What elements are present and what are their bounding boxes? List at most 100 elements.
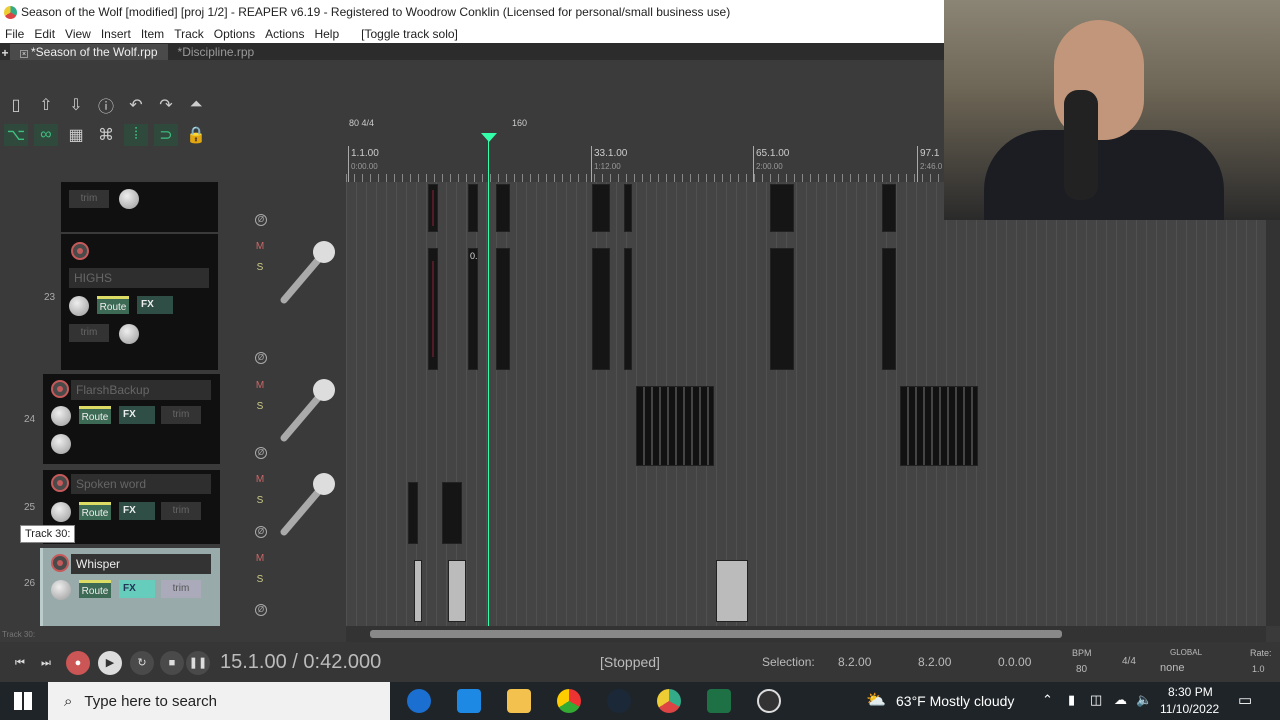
solo-button[interactable]: S bbox=[250, 572, 270, 588]
stop-icon[interactable]: ■ bbox=[160, 651, 184, 675]
media-item[interactable] bbox=[442, 482, 462, 544]
menu-view[interactable]: View bbox=[60, 27, 96, 41]
position-display[interactable]: 15.1.00 / 0:42.000 bbox=[220, 651, 381, 674]
media-item-group[interactable] bbox=[900, 386, 978, 466]
fx-button[interactable]: FX bbox=[119, 580, 155, 598]
taskbar-search-box[interactable]: ⌕ Type here to search bbox=[48, 682, 390, 720]
playhead-marker-icon[interactable] bbox=[481, 133, 497, 142]
arrange-view[interactable]: 0. bbox=[346, 182, 1266, 626]
redo-icon[interactable]: ↷ bbox=[154, 94, 178, 116]
excel-icon[interactable] bbox=[707, 689, 731, 713]
loop-icon[interactable]: ⊃ bbox=[154, 124, 178, 146]
clock-time[interactable]: 8:30 PM bbox=[1168, 685, 1213, 699]
clock-date[interactable]: 11/10/2022 bbox=[1160, 702, 1219, 716]
menu-help[interactable]: Help bbox=[309, 27, 344, 41]
media-item[interactable] bbox=[770, 248, 794, 370]
tempo-marker-left[interactable]: 80 4/4 bbox=[349, 118, 374, 128]
mute-button[interactable]: M bbox=[250, 378, 270, 394]
track-name[interactable]: FlarshBackup bbox=[71, 380, 211, 400]
microphone-tray-icon[interactable]: ▮ bbox=[1068, 692, 1075, 708]
notifications-icon[interactable]: ▭ bbox=[1238, 691, 1252, 709]
project-settings-icon[interactable]: ⓘ bbox=[94, 94, 118, 116]
trim-button[interactable]: trim bbox=[69, 190, 109, 208]
toggle-track-solo-action[interactable]: [Toggle track solo] bbox=[356, 27, 463, 41]
automation-mode[interactable]: none bbox=[1160, 662, 1184, 674]
record-button[interactable]: ● bbox=[66, 651, 90, 675]
fx-button[interactable]: FX bbox=[137, 296, 173, 314]
bpm-value[interactable]: 80 bbox=[1076, 664, 1087, 675]
menu-options[interactable]: Options bbox=[209, 27, 260, 41]
go-to-start-icon[interactable]: ⏮ bbox=[8, 651, 32, 675]
fx-button[interactable]: FX bbox=[119, 406, 155, 424]
track-24[interactable]: FlarshBackup Route FX trim bbox=[40, 374, 220, 464]
volume-icon[interactable]: 🔈 bbox=[1136, 692, 1152, 708]
menu-file[interactable]: File bbox=[0, 27, 29, 41]
trim-button[interactable]: trim bbox=[69, 324, 109, 342]
volume-knob[interactable] bbox=[51, 502, 71, 522]
phase-invert-button[interactable]: Ø bbox=[255, 214, 267, 226]
timer-app-icon[interactable] bbox=[757, 689, 781, 713]
selection-start[interactable]: 8.2.00 bbox=[838, 655, 871, 669]
solo-button[interactable]: S bbox=[250, 399, 270, 415]
steam-icon[interactable] bbox=[607, 689, 631, 713]
media-item[interactable]: 0. bbox=[468, 248, 478, 370]
trim-button[interactable]: trim bbox=[161, 502, 201, 520]
save-project-icon[interactable]: ⇩ bbox=[64, 94, 88, 116]
record-arm-button[interactable] bbox=[51, 554, 69, 572]
record-arm-button[interactable] bbox=[51, 380, 69, 398]
weather-text[interactable]: 63°F Mostly cloudy bbox=[896, 693, 1014, 709]
windows-start-icon[interactable] bbox=[14, 692, 32, 710]
media-item[interactable] bbox=[624, 184, 632, 232]
track-23[interactable]: HIGHS Route FX trim bbox=[58, 234, 218, 370]
record-arm-button[interactable] bbox=[51, 474, 69, 492]
solo-button[interactable]: S bbox=[250, 493, 270, 509]
volume-knob[interactable] bbox=[69, 296, 89, 316]
menu-insert[interactable]: Insert bbox=[96, 27, 136, 41]
media-item[interactable] bbox=[716, 560, 748, 622]
fx-button[interactable]: FX bbox=[119, 502, 155, 520]
weather-icon[interactable]: ⛅ bbox=[866, 690, 886, 710]
ripple-editing-icon[interactable]: ⌥ bbox=[4, 124, 28, 146]
media-item[interactable] bbox=[770, 184, 794, 232]
close-icon[interactable]: × bbox=[20, 50, 28, 58]
chrome-icon[interactable] bbox=[557, 689, 581, 713]
network-icon[interactable]: ◫ bbox=[1090, 692, 1102, 708]
reaper-taskbar-icon[interactable] bbox=[657, 689, 681, 713]
media-item[interactable] bbox=[414, 560, 422, 622]
menu-edit[interactable]: Edit bbox=[29, 27, 60, 41]
phase-invert-button[interactable]: Ø bbox=[255, 604, 267, 616]
media-item[interactable] bbox=[408, 482, 418, 544]
time-signature[interactable]: 4/4 bbox=[1122, 656, 1136, 667]
solo-button[interactable]: S bbox=[250, 260, 270, 276]
go-to-end-icon[interactable]: ⏭ bbox=[34, 651, 58, 675]
file-explorer-icon[interactable] bbox=[507, 689, 531, 713]
track-name[interactable]: HIGHS bbox=[69, 268, 209, 288]
undo-icon[interactable]: ↶ bbox=[124, 94, 148, 116]
edge-browser-icon[interactable] bbox=[407, 689, 431, 713]
pan-knob[interactable] bbox=[51, 434, 71, 454]
phase-invert-button[interactable]: Ø bbox=[255, 526, 267, 538]
track-name[interactable]: Spoken word bbox=[71, 474, 211, 494]
track-name[interactable]: Whisper bbox=[71, 554, 211, 574]
lock-icon[interactable]: 🔒 bbox=[184, 124, 208, 146]
media-item[interactable] bbox=[428, 184, 438, 232]
grid-icon[interactable]: ▦ bbox=[64, 124, 88, 146]
menu-actions[interactable]: Actions bbox=[260, 27, 309, 41]
menu-track[interactable]: Track bbox=[169, 27, 209, 41]
media-item[interactable] bbox=[468, 184, 478, 232]
media-item[interactable] bbox=[496, 248, 510, 370]
selection-end[interactable]: 8.2.00 bbox=[918, 655, 951, 669]
new-tab-button[interactable]: + bbox=[0, 46, 10, 60]
mute-button[interactable]: M bbox=[250, 472, 270, 488]
record-arm-button[interactable] bbox=[71, 242, 89, 260]
media-item[interactable] bbox=[882, 248, 896, 370]
mute-button[interactable]: M bbox=[250, 551, 270, 567]
repeat-icon[interactable]: ↻ bbox=[130, 651, 154, 675]
volume-knob[interactable] bbox=[51, 406, 71, 426]
media-item[interactable] bbox=[592, 248, 610, 370]
rate-value[interactable]: 1.0 bbox=[1252, 664, 1265, 674]
media-item[interactable] bbox=[882, 184, 896, 232]
track-26[interactable]: Whisper Route FX trim bbox=[40, 548, 220, 626]
phase-invert-button[interactable]: Ø bbox=[255, 352, 267, 364]
selection-length[interactable]: 0.0.00 bbox=[998, 655, 1031, 669]
